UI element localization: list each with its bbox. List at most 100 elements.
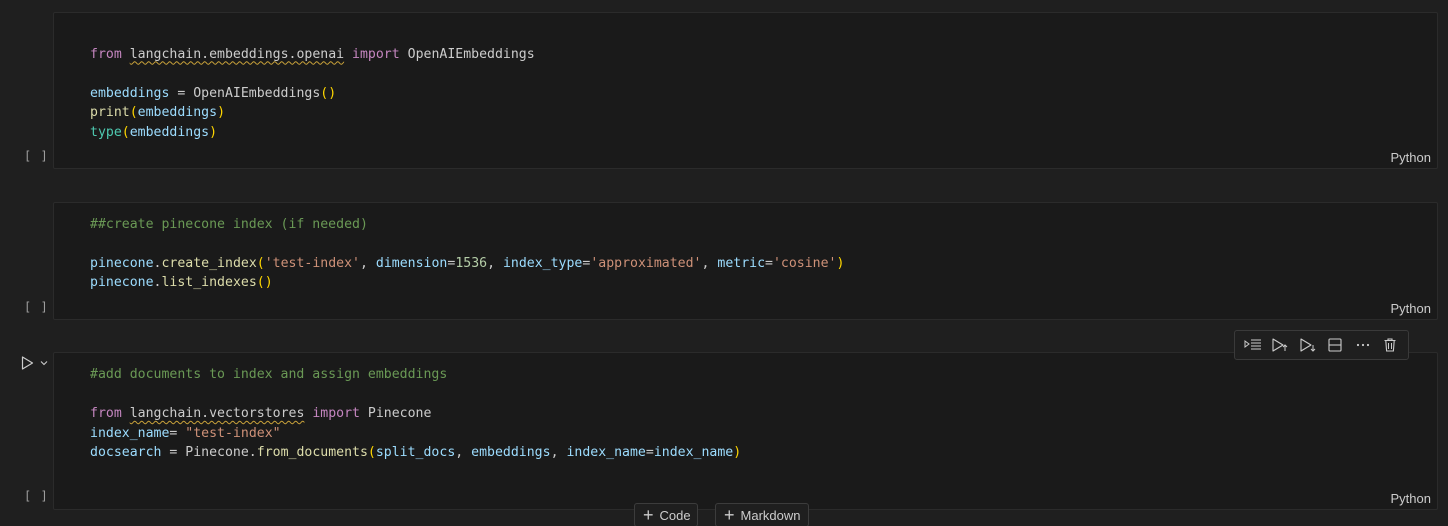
code-token: #add documents to index and assign embed… — [90, 367, 448, 382]
delete-icon — [1384, 338, 1396, 352]
play-icon[interactable] — [19, 355, 35, 371]
code-token: = — [645, 445, 654, 460]
cell-editor-3[interactable]: #add documents to index and assign embed… — [53, 352, 1438, 510]
plus-icon: + — [724, 505, 735, 525]
execute-above-icon — [1244, 339, 1261, 350]
code-token: langchain.embeddings.openai — [129, 46, 345, 62]
run-below-button[interactable] — [1296, 334, 1320, 356]
chevron-down-icon[interactable] — [39, 358, 49, 368]
code-line[interactable] — [90, 64, 535, 84]
code-line[interactable]: index_name= "test-index" — [90, 424, 741, 444]
code-line[interactable]: embeddings = OpenAIEmbeddings() — [90, 84, 535, 104]
code-token: print — [90, 105, 130, 120]
code-token: dimension — [375, 255, 448, 271]
execute-above-button[interactable] — [1241, 334, 1265, 356]
code-token: ( — [121, 124, 130, 140]
code-line[interactable] — [90, 385, 741, 405]
code-token: 1536 — [455, 255, 488, 271]
code-line[interactable] — [90, 195, 844, 215]
cell-editor-2[interactable]: ##create pinecone index (if needed) pinec… — [53, 202, 1438, 320]
code-token: metric — [717, 255, 766, 271]
add-markdown-label: Markdown — [740, 507, 801, 523]
code-token: index_name — [653, 445, 734, 460]
cell-code-3[interactable]: #add documents to index and assign embed… — [90, 365, 741, 463]
code-token: ##create pinecone index (if needed) — [90, 216, 368, 232]
code-line[interactable]: #add documents to index and assign embed… — [90, 365, 741, 385]
run-above-icon — [1272, 338, 1288, 352]
code-token: from — [90, 406, 122, 421]
code-token: 'approximated' — [590, 255, 702, 271]
code-token: ) — [836, 255, 845, 271]
more-actions-button[interactable] — [1351, 334, 1375, 356]
code-token: embeddings — [129, 124, 210, 140]
add-code-cell-button[interactable]: + Code — [634, 503, 698, 526]
code-token: = Pinecone. — [161, 445, 257, 460]
code-line[interactable]: from langchain.vectorstores import Pinec… — [90, 404, 741, 424]
code-token: 'cosine' — [772, 255, 837, 271]
execution-count-2: [ ] — [24, 300, 49, 314]
code-line[interactable]: docsearch = Pinecone.from_documents(spli… — [90, 443, 741, 463]
code-line[interactable] — [90, 25, 535, 45]
code-token: langchain.vectorstores — [129, 406, 305, 421]
code-token: ( — [129, 105, 138, 120]
code-line[interactable] — [90, 234, 844, 254]
run-cell-button[interactable] — [19, 355, 49, 371]
code-token: split_docs — [375, 445, 456, 460]
code-token: = — [169, 425, 186, 441]
code-token: , — [550, 445, 567, 460]
cell-code-2[interactable]: ##create pinecone index (if needed) pinec… — [90, 195, 844, 293]
code-cell-3[interactable]: #add documents to index and assign embed… — [0, 352, 1448, 510]
execution-count-3: [ ] — [24, 489, 49, 503]
delete-cell-button[interactable] — [1378, 334, 1402, 356]
cell-language-2[interactable]: Python — [1391, 301, 1431, 316]
code-token: () — [320, 85, 337, 101]
code-token: index_name — [90, 425, 170, 441]
cell-language-3[interactable]: Python — [1391, 491, 1431, 506]
code-token: "test-index" — [185, 425, 281, 441]
cell-code-1[interactable]: from langchain.embeddings.openai import … — [90, 25, 535, 142]
more-icon — [1356, 343, 1369, 347]
code-token: create_index — [161, 255, 257, 271]
code-line[interactable]: pinecone.create_index('test-index', dime… — [90, 254, 844, 274]
split-cell-button[interactable] — [1323, 334, 1347, 356]
code-line[interactable]: type(embeddings) — [90, 123, 535, 143]
add-markdown-cell-button[interactable]: + Markdown — [715, 503, 809, 526]
split-cell-icon — [1328, 338, 1342, 352]
code-token: docsearch — [90, 445, 162, 460]
code-token: , — [701, 255, 718, 271]
code-token: Pinecone — [359, 406, 432, 421]
code-token: type — [90, 124, 122, 140]
code-line[interactable]: print(embeddings) — [90, 103, 535, 123]
run-above-button[interactable] — [1268, 334, 1292, 356]
code-token: from — [90, 46, 122, 62]
code-token: ) — [733, 445, 742, 460]
code-token: 'test-index' — [264, 255, 360, 271]
code-token: index_type — [502, 255, 583, 271]
plus-icon: + — [643, 505, 654, 525]
code-token: embeddings — [90, 85, 170, 101]
code-token: embeddings — [137, 105, 218, 120]
code-token: , — [487, 255, 503, 271]
cell-toolbar — [1234, 330, 1409, 360]
cell-language-1[interactable]: Python — [1391, 150, 1431, 165]
code-line[interactable]: pinecone.list_indexes() — [90, 273, 844, 293]
code-token: import — [312, 406, 360, 421]
code-token: ) — [217, 105, 226, 120]
code-token: = OpenAIEmbeddings — [169, 85, 321, 101]
notebook-editor: from langchain.embeddings.openai import … — [0, 0, 1448, 526]
code-token: ( — [256, 255, 265, 271]
code-token: pinecone — [90, 255, 154, 271]
code-token: , — [360, 255, 376, 271]
code-token: ( — [367, 445, 376, 460]
code-token: , — [455, 445, 472, 460]
code-line[interactable]: from langchain.embeddings.openai import … — [90, 45, 535, 65]
cell-editor-1[interactable]: from langchain.embeddings.openai import … — [53, 12, 1438, 169]
add-code-label: Code — [659, 507, 691, 523]
code-cell-2[interactable]: ##create pinecone index (if needed) pinec… — [0, 202, 1448, 320]
code-line[interactable]: ##create pinecone index (if needed) — [90, 215, 844, 235]
code-token: import — [352, 46, 400, 62]
code-token: = — [765, 255, 773, 271]
code-cell-1[interactable]: from langchain.embeddings.openai import … — [0, 12, 1448, 169]
